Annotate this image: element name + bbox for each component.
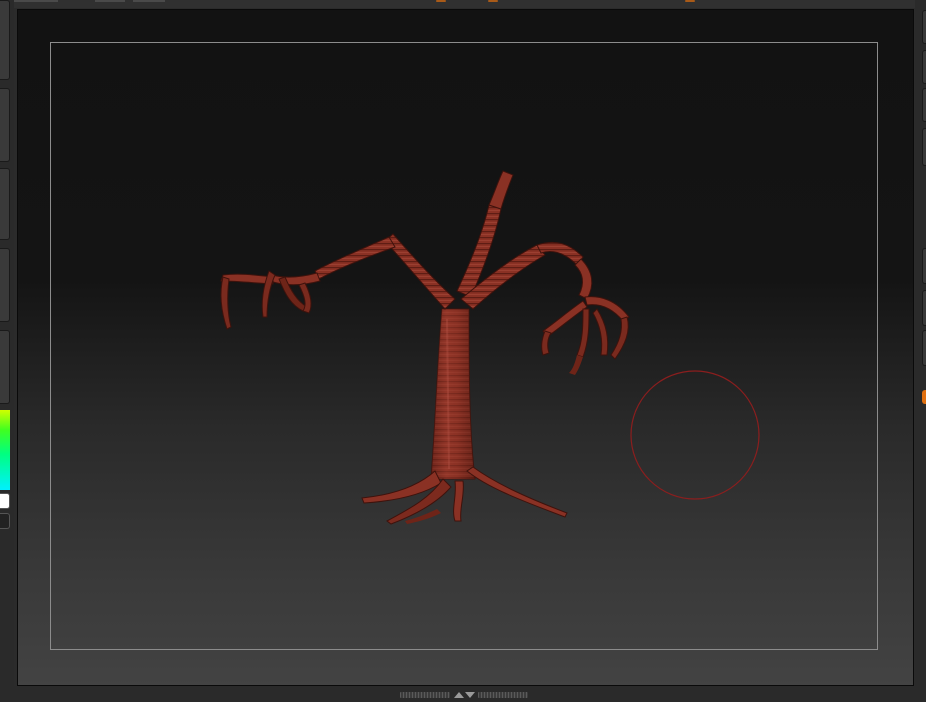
right-shelf-button[interactable] — [922, 10, 926, 44]
left-shelf-button[interactable] — [0, 248, 10, 322]
left-shelf-button[interactable] — [0, 88, 10, 162]
viewport-canvas[interactable] — [17, 9, 914, 686]
right-shelf-button[interactable] — [922, 248, 926, 284]
bottom-grip-left[interactable] — [400, 692, 450, 698]
top-indicator — [488, 0, 498, 2]
top-shelf-tab[interactable] — [10, 0, 58, 2]
left-tool-shelf — [0, 0, 14, 702]
right-shelf-button[interactable] — [922, 88, 926, 122]
color-picker[interactable] — [0, 410, 10, 490]
top-indicator — [436, 0, 446, 2]
left-shelf-button[interactable] — [0, 0, 10, 80]
top-shelf-tab[interactable] — [95, 0, 125, 2]
left-shelf-button[interactable] — [0, 168, 10, 240]
app-window — [0, 0, 926, 702]
right-shelf-button[interactable] — [922, 290, 926, 326]
right-shelf-button[interactable] — [922, 330, 926, 366]
circle-brush-cursor — [630, 370, 760, 500]
expand-collapse-arrows-icon[interactable] — [452, 690, 476, 700]
right-tool-shelf — [915, 0, 926, 702]
main-color-swatch[interactable] — [0, 493, 10, 509]
secondary-color-swatch[interactable] — [0, 513, 10, 529]
top-shelf — [0, 0, 926, 8]
right-shelf-button[interactable] — [922, 128, 926, 166]
right-shelf-button[interactable] — [922, 50, 926, 84]
bottom-grip-right[interactable] — [478, 692, 528, 698]
left-shelf-button[interactable] — [0, 330, 10, 404]
right-shelf-accent-button[interactable] — [922, 390, 926, 404]
top-shelf-tab[interactable] — [133, 0, 165, 2]
top-indicator — [685, 0, 695, 2]
viewport-scene — [220, 170, 760, 525]
tree-creature-mesh[interactable] — [220, 170, 630, 525]
bottom-shelf — [0, 686, 926, 702]
